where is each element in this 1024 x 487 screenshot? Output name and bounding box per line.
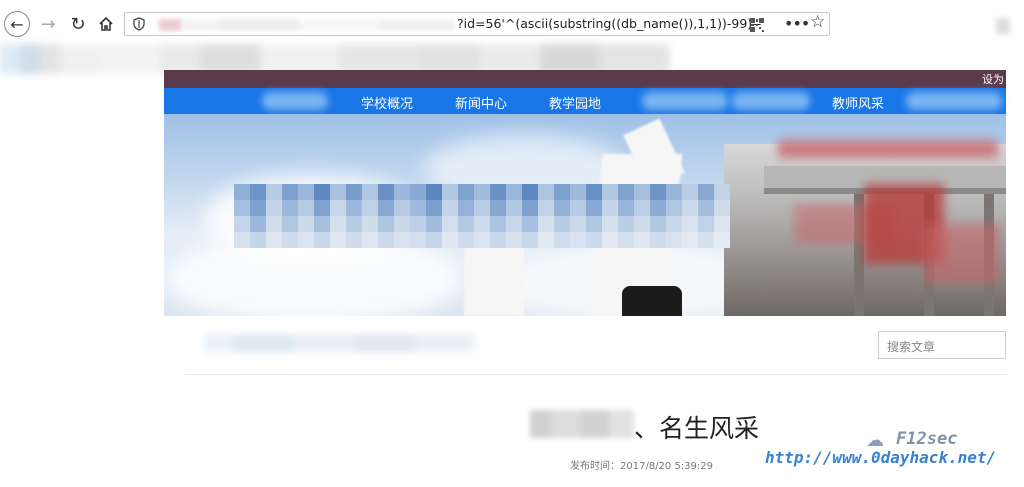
home-button[interactable]	[92, 10, 120, 38]
url-redacted	[159, 19, 455, 31]
nav-item-redacted	[642, 92, 728, 110]
nav-item-redacted	[906, 92, 1002, 110]
hero-banner	[164, 114, 1006, 316]
watermark-brand: F12sec	[896, 429, 958, 449]
forward-icon: →	[40, 13, 56, 35]
site-navbar: 学校概况 新闻中心 教学园地 教师风采	[164, 88, 1006, 114]
back-button[interactable]: ←	[4, 11, 30, 37]
reload-icon: ↻	[70, 13, 86, 35]
topbar-link[interactable]: 设为	[982, 71, 1004, 87]
nav-item-teacher-showcase[interactable]: 教师风采	[832, 93, 884, 112]
watermark-url: http://www.0dayhack.net/	[765, 448, 997, 467]
nav-item-school-overview[interactable]: 学校概况	[361, 93, 413, 112]
qr-code-icon[interactable]	[750, 18, 764, 32]
home-icon	[99, 16, 113, 31]
back-icon: ←	[10, 14, 24, 34]
forward-button[interactable]: →	[34, 10, 62, 38]
bookmark-star-icon[interactable]: ☆	[810, 12, 825, 32]
nav-item-news-center[interactable]: 新闻中心	[455, 93, 507, 112]
reload-button[interactable]: ↻	[64, 10, 92, 38]
nav-item-teaching[interactable]: 教学园地	[549, 93, 601, 112]
article-title-redacted	[530, 410, 634, 438]
shield-icon[interactable]	[133, 17, 145, 31]
redacted-area	[996, 18, 1010, 34]
url-text[interactable]: ?id=56'^(ascii(substring((db_name()),1,1…	[457, 16, 761, 31]
nav-item-redacted	[262, 92, 328, 110]
search-input[interactable]: 搜索文章	[878, 331, 1006, 359]
more-icon[interactable]: •••	[784, 14, 810, 33]
nav-item-redacted	[732, 92, 810, 110]
browser-toolbar: ← → ↻ ?id=56'^(ascii(substring((db_name(…	[0, 0, 1024, 48]
address-bar[interactable]: ?id=56'^(ascii(substring((db_name()),1,1…	[124, 12, 830, 36]
breadcrumb-search-row: 搜索文章	[186, 318, 1006, 375]
breadcrumb-redacted	[204, 334, 474, 352]
article-publish-time: 发布时间：2017/8/20 5:39:29	[570, 461, 714, 472]
site-topbar: 设为	[164, 70, 1006, 88]
article-title: 、名生风采	[634, 414, 760, 443]
